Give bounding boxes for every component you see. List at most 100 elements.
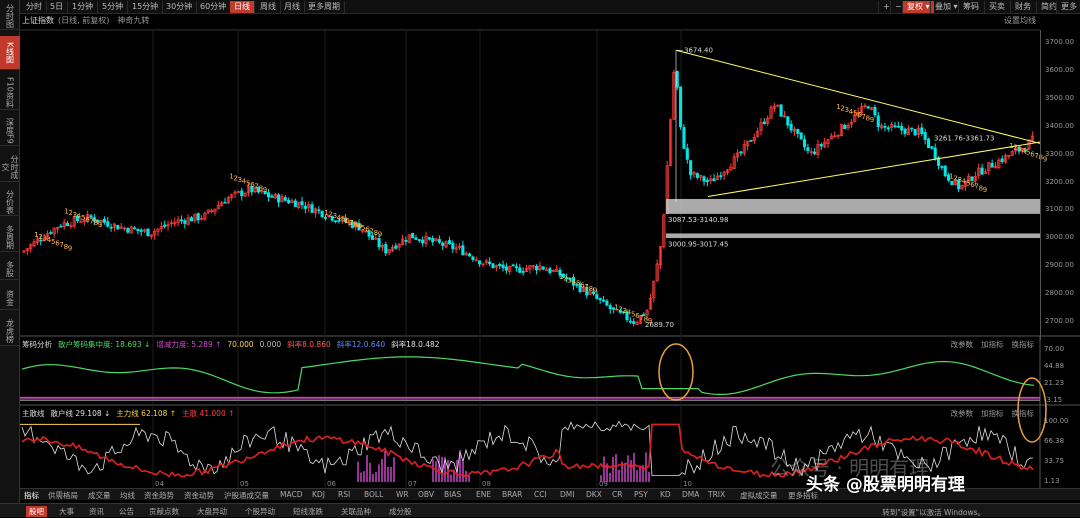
month-label: 07 (408, 480, 417, 488)
indicator-name[interactable]: 筹码分析 (22, 340, 52, 349)
bottom-tab-6[interactable]: 个股异动 (242, 506, 278, 517)
candle-body (179, 219, 184, 222)
indicator-action-1[interactable]: 加指标 (981, 340, 1004, 349)
candle-body (786, 116, 790, 126)
candle-body (447, 240, 452, 245)
indicator-tab-4[interactable]: 资金趋势 (144, 490, 174, 501)
y-tick-label: 3700.00 (1045, 38, 1074, 46)
candle-body (541, 266, 545, 270)
ind2-y-tick: 100.00 (1044, 417, 1069, 425)
bottom-tab-9[interactable]: 成分股 (386, 506, 415, 517)
y-tick-label: 2700.00 (1045, 317, 1074, 325)
indicator-tab-20[interactable]: PSY (634, 490, 648, 499)
indicator-tab-13[interactable]: BIAS (444, 490, 461, 499)
trendline-upper (675, 49, 1041, 144)
y-tick-label: 3200.00 (1045, 177, 1074, 186)
candle-body (427, 237, 431, 240)
indicator-tab-14[interactable]: ENE (476, 490, 491, 499)
bottom-tab-7[interactable]: 短线涨跌 (290, 506, 326, 517)
candle-body (283, 197, 287, 201)
indicator2-buttons: 改参数 加指标 换指标 (943, 408, 1035, 419)
y-tick-label: 3300.00 (1045, 149, 1074, 158)
trend-range-label: 3261.76-3361.73 (934, 135, 994, 143)
indicator-tab-17[interactable]: DMI (560, 490, 574, 499)
indicator2-header: 主散线 散户线 29.108 ↓ 主力线 62.108 ↑ 主散 41.000 ↑ (22, 408, 240, 419)
ind2-y-tick: 1.13 (1044, 477, 1060, 485)
indicator-tab-16[interactable]: CCI (534, 490, 547, 499)
candle-body (702, 176, 706, 182)
y-tick-label: 3400.00 (1045, 121, 1074, 130)
candle-body (59, 225, 63, 228)
indicator-tab-8[interactable]: KDJ (312, 490, 325, 499)
indicator-tab-19[interactable]: CR (612, 490, 622, 499)
indicator-tab-0[interactable]: 指标 (24, 490, 39, 501)
indicator-tab-1[interactable]: 供需格局 (48, 490, 78, 501)
nine-turn-count: 9 (648, 317, 652, 325)
indicator-tab-21[interactable]: KD (660, 490, 671, 499)
candle-body (196, 213, 200, 221)
candle-body (323, 217, 328, 219)
indicator-tab-11[interactable]: WR (396, 490, 409, 499)
candle-body (695, 173, 699, 178)
price-axis: 3700.00 3600.00 3500.00 3400.00 3300.00 3200.… (1040, 30, 1080, 340)
indicator-action-0[interactable]: 改参数 (951, 409, 974, 418)
indicator-tab-9[interactable]: RSI (338, 490, 350, 499)
indicator1-buttons: 改参数 加指标 换指标 (943, 339, 1035, 350)
candle-body (762, 121, 766, 125)
candle-body (980, 167, 984, 175)
candle-body (377, 238, 381, 248)
bottom-tab-4[interactable]: 贡献点数 (146, 506, 182, 517)
candle-body (705, 180, 709, 182)
indicator-value: 0.000 (259, 340, 282, 349)
ind1-y-tick: -3.15 (1044, 396, 1062, 404)
candle-body (799, 132, 803, 140)
indicator-tab-5[interactable]: 资金动势 (184, 490, 214, 501)
indicator-tab-10[interactable]: BOLL (364, 490, 383, 499)
ind1-y-tick: 21.23 (1044, 379, 1064, 387)
candle-body (806, 147, 810, 151)
candle-body (923, 132, 927, 140)
indicator-tab-2[interactable]: 成交量 (88, 490, 111, 501)
candle-body (491, 263, 495, 269)
candle-body (384, 244, 388, 254)
bottom-tab-8[interactable]: 关联品种 (338, 506, 374, 517)
indicator-value: 70.000 (227, 340, 254, 349)
windows-activation-notice: 转到"设置"以激活 Windows。 (882, 508, 985, 517)
candle-body (310, 204, 314, 213)
indicator-action-0[interactable]: 改参数 (951, 340, 974, 349)
bottom-tab-5[interactable]: 大盘异动 (194, 506, 230, 517)
candle-body (146, 228, 150, 237)
indicator-tab-22[interactable]: DMA (682, 490, 699, 499)
indicator-action-2[interactable]: 换指标 (1012, 340, 1035, 349)
candle-body (926, 138, 931, 148)
bottom-tab-2[interactable]: 资讯 (86, 506, 107, 517)
candle-body (739, 151, 743, 154)
indicator-tab-23[interactable]: TRIX (708, 490, 725, 499)
indicator-value: 增减力度: 5.289 ↑ (156, 340, 222, 349)
indicator-tab-7[interactable]: MACD (280, 490, 302, 499)
candle-body (903, 128, 907, 135)
indicator-action-1[interactable]: 加指标 (981, 409, 1004, 418)
indicator-tab-6[interactable]: 沪股通成交量 (224, 490, 269, 501)
bottom-tab-bar: 转到"设置"以激活 Windows。 股吧 大事 资讯 公告 贡献点数 大盘异动 个股异动 短… (0, 503, 1080, 517)
indicator-tab-3[interactable]: 均线 (120, 490, 135, 501)
indicator-tab-18[interactable]: DKX (586, 490, 602, 499)
bottom-tab-3[interactable]: 公告 (116, 506, 137, 517)
candle-body (514, 266, 519, 268)
candle-body (320, 210, 324, 218)
indicator-tab-15[interactable]: BRAR (502, 490, 522, 499)
toutiao-watermark: 头条 @股票明明有理 (806, 475, 965, 495)
indicator-tab-24[interactable]: 虚拟成交量 (740, 490, 778, 501)
bottom-tab-0[interactable]: 股吧 (26, 506, 47, 517)
candle-body (293, 200, 297, 207)
candle-body (49, 232, 53, 234)
bottom-tab-1[interactable]: 大事 (56, 506, 77, 517)
candle-body (595, 294, 599, 299)
candle-body (943, 165, 947, 177)
indicator-name[interactable]: 主散线 (22, 409, 45, 418)
candle-body (719, 175, 723, 178)
indicator-action-2[interactable]: 换指标 (1012, 409, 1035, 418)
candle-body (990, 163, 994, 168)
indicator-tab-12[interactable]: OBV (418, 490, 434, 499)
nine-turn-count: 9 (98, 221, 102, 229)
